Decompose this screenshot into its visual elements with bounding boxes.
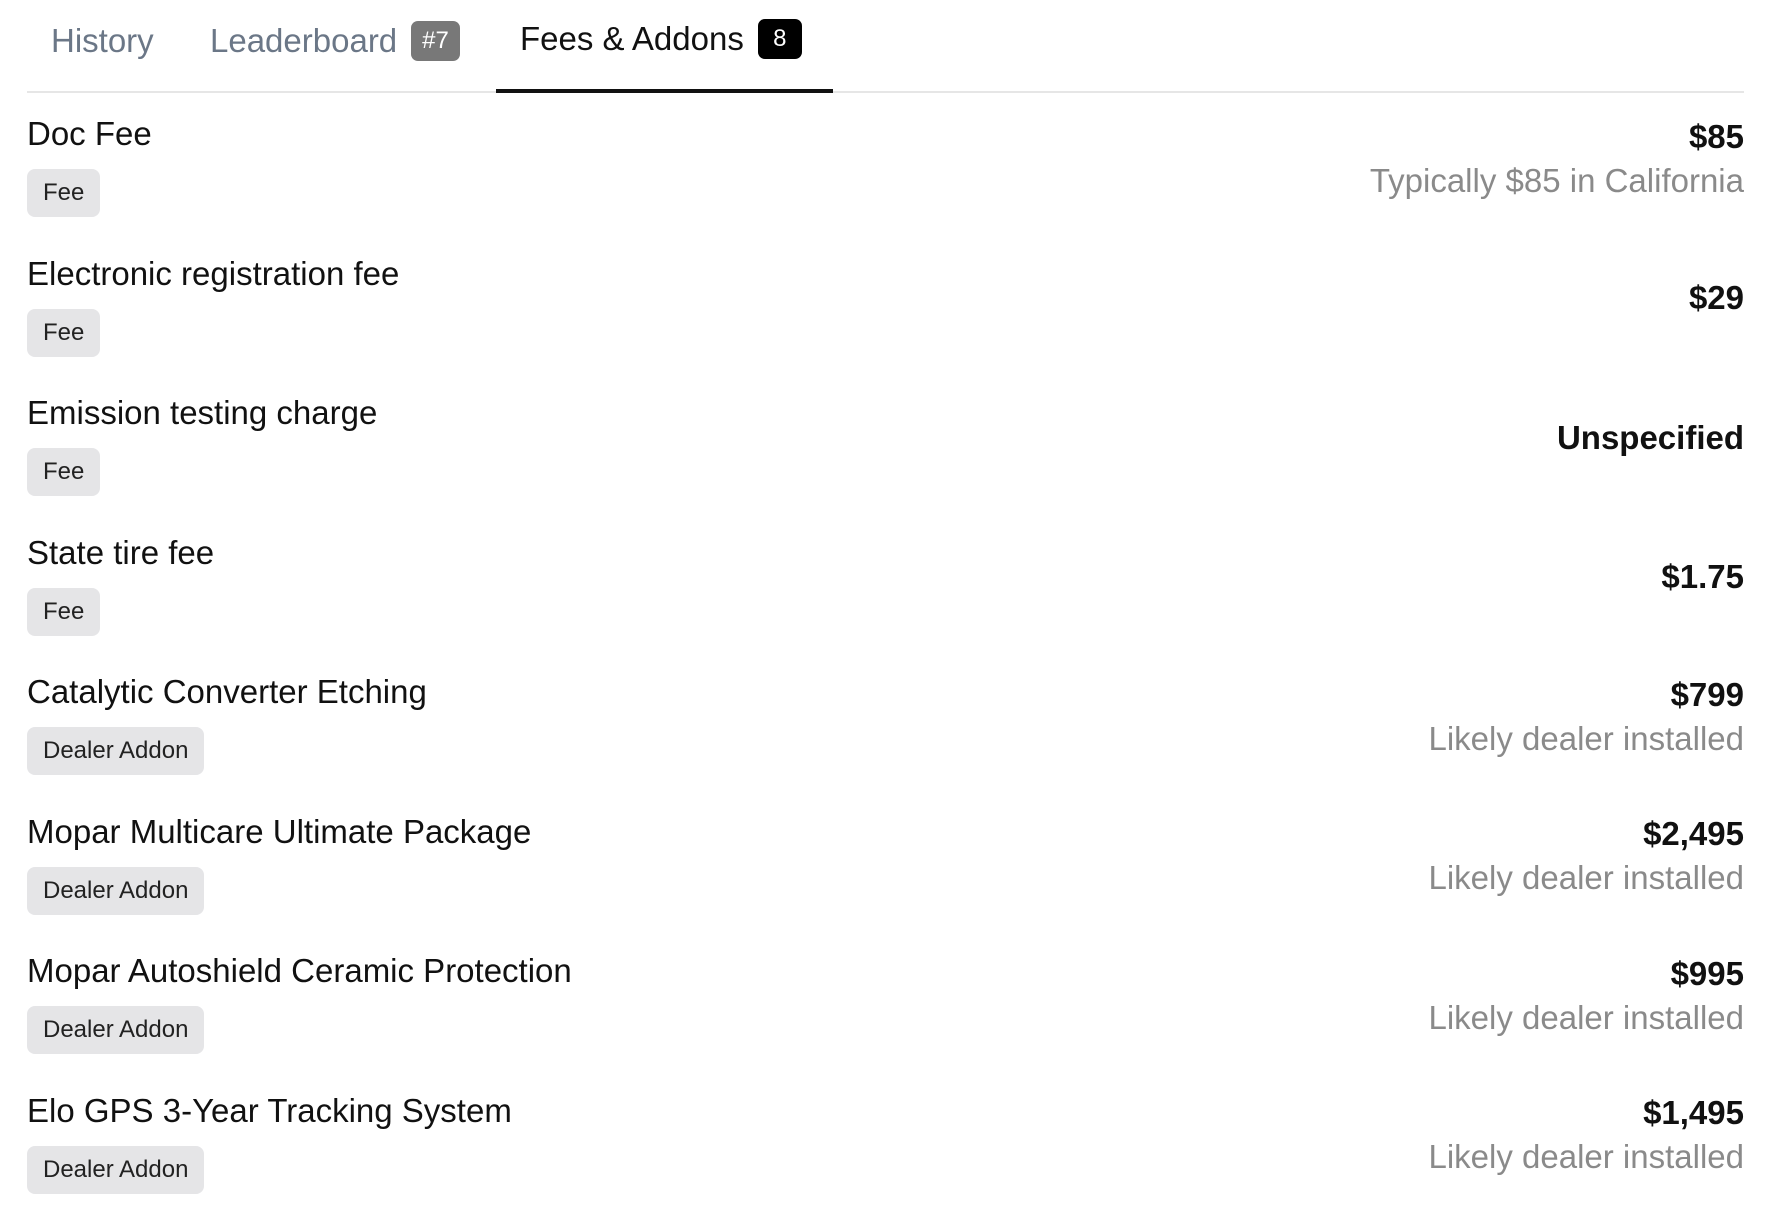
fee-name: State tire fee bbox=[27, 533, 215, 571]
addon-price: $799 bbox=[1670, 675, 1744, 713]
fee-row[interactable]: Emission testing charge Fee Unspecified bbox=[27, 372, 1744, 512]
addon-price: $995 bbox=[1670, 954, 1744, 992]
fee-name: Electronic registration fee bbox=[27, 254, 400, 292]
fee-note: Typically $85 in California bbox=[1369, 161, 1744, 199]
tab-history[interactable]: History bbox=[51, 0, 154, 93]
fee-type-tag: Fee bbox=[27, 169, 101, 217]
addon-price-block: $799 Likely dealer installed bbox=[1428, 651, 1744, 791]
addon-note: Likely dealer installed bbox=[1428, 1138, 1744, 1176]
addon-type-tag: Dealer Addon bbox=[27, 727, 205, 775]
fee-type-tag: Fee bbox=[27, 308, 101, 357]
addon-row[interactable]: Elo GPS 3-Year Tracking System Dealer Ad… bbox=[27, 1070, 1744, 1210]
addon-row[interactable]: Mopar Autoshield Ceramic Protection Deal… bbox=[27, 930, 1744, 1070]
fee-price: $1.75 bbox=[1661, 558, 1744, 596]
fee-name: Doc Fee bbox=[27, 115, 152, 152]
addon-price: $1,495 bbox=[1643, 1094, 1744, 1132]
leaderboard-rank-badge: #7 bbox=[411, 20, 460, 61]
addon-note: Likely dealer installed bbox=[1428, 859, 1744, 897]
fee-price-block: $29 bbox=[1689, 233, 1744, 373]
addon-note: Likely dealer installed bbox=[1428, 719, 1744, 757]
addon-name: Mopar Multicare Ultimate Package bbox=[27, 812, 532, 850]
fee-price-block: Unspecified bbox=[1557, 372, 1744, 512]
fee-name: Emission testing charge bbox=[27, 394, 378, 431]
fee-row[interactable]: State tire fee Fee $1.75 bbox=[27, 512, 1744, 652]
fee-price: Unspecified bbox=[1556, 418, 1744, 456]
fee-price: $85 bbox=[1688, 117, 1744, 155]
addon-row[interactable]: Catalytic Converter Etching Dealer Addon… bbox=[27, 651, 1744, 791]
addon-name: Catalytic Converter Etching bbox=[27, 673, 427, 710]
fee-row[interactable]: Electronic registration fee Fee $29 bbox=[27, 233, 1744, 373]
fee-price-block: $1.75 bbox=[1661, 512, 1744, 652]
fee-price: $29 bbox=[1688, 279, 1744, 317]
addon-name: Elo GPS 3-Year Tracking System bbox=[27, 1091, 512, 1129]
addon-row[interactable]: Mopar Multicare Ultimate Package Dealer … bbox=[27, 791, 1744, 931]
addon-name: Mopar Autoshield Ceramic Protection bbox=[27, 952, 572, 989]
addon-type-tag: Dealer Addon bbox=[27, 1006, 205, 1054]
fee-type-tag: Fee bbox=[27, 587, 101, 636]
fee-price-block: $85 Typically $85 in California bbox=[1370, 93, 1744, 233]
addon-price: $2,495 bbox=[1643, 815, 1744, 853]
addon-note: Likely dealer installed bbox=[1428, 998, 1744, 1036]
fee-row[interactable]: Doc Fee Fee $85 Typically $85 in Califor… bbox=[27, 93, 1744, 233]
fees-page: History Leaderboard #7 Fees & Addons 8 D… bbox=[0, 0, 1770, 1210]
fees-list: Doc Fee Fee $85 Typically $85 in Califor… bbox=[27, 93, 1744, 1209]
fee-type-tag: Fee bbox=[27, 448, 101, 496]
addon-type-tag: Dealer Addon bbox=[27, 1145, 205, 1194]
tab-leaderboard[interactable]: Leaderboard #7 bbox=[210, 0, 460, 93]
tab-history-label: History bbox=[51, 21, 154, 59]
tab-bar: History Leaderboard #7 Fees & Addons 8 bbox=[27, 0, 1744, 93]
addon-price-block: $1,495 Likely dealer installed bbox=[1428, 1070, 1744, 1210]
fees-count-badge: 8 bbox=[757, 18, 802, 59]
addon-type-tag: Dealer Addon bbox=[27, 866, 205, 915]
addon-price-block: $995 Likely dealer installed bbox=[1428, 930, 1744, 1070]
tab-leaderboard-label: Leaderboard bbox=[210, 21, 398, 59]
addon-price-block: $2,495 Likely dealer installed bbox=[1428, 791, 1744, 931]
tab-fees-label: Fees & Addons bbox=[520, 19, 744, 57]
tab-fees-addons[interactable]: Fees & Addons 8 bbox=[496, 0, 833, 93]
